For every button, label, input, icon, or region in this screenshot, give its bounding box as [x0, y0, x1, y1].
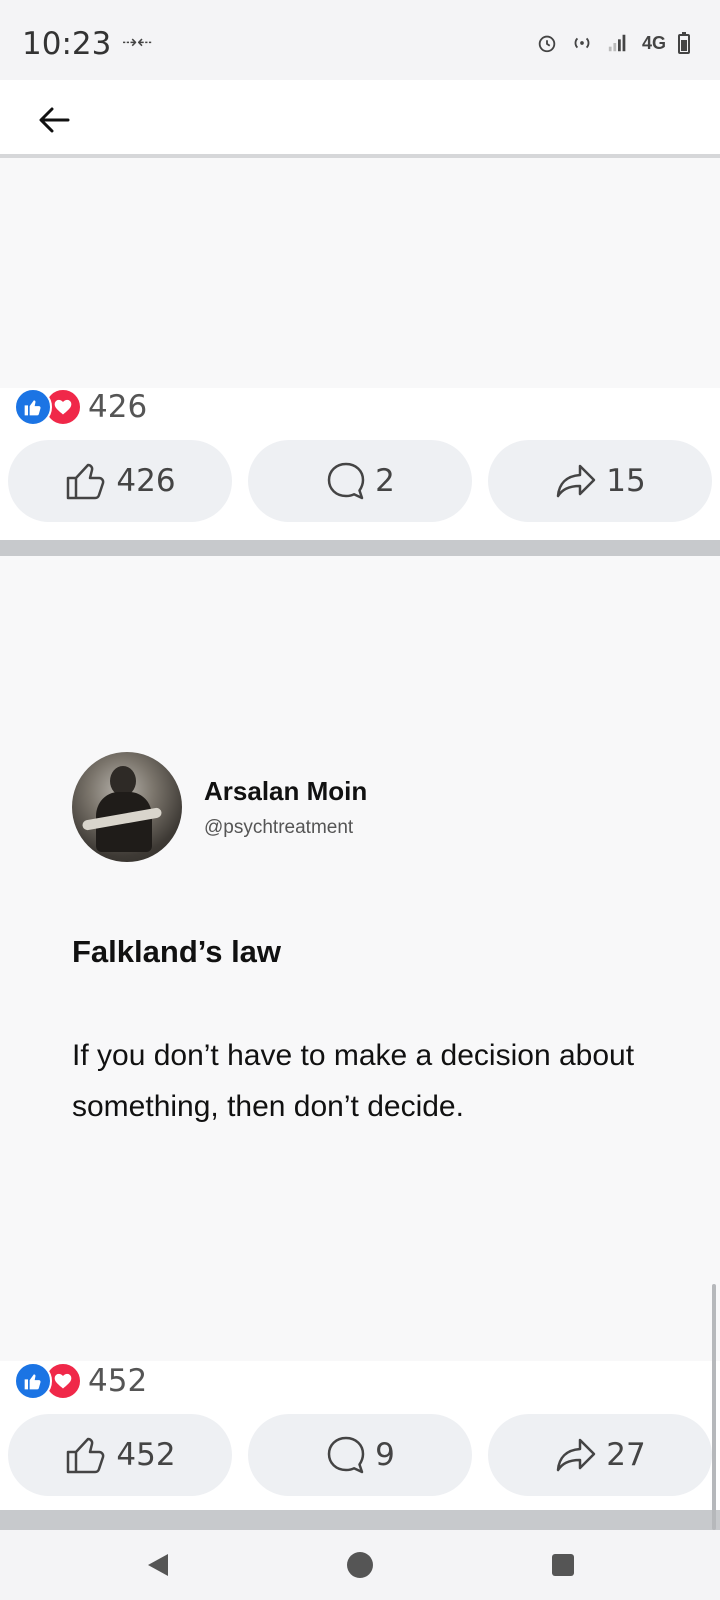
like-reaction-icon	[14, 1362, 52, 1400]
comment-icon	[327, 1436, 365, 1474]
post-image[interactable]	[0, 158, 720, 388]
like-button[interactable]: 426	[8, 440, 232, 522]
author-name: Arsalan Moin	[204, 775, 368, 806]
back-arrow-icon[interactable]	[34, 100, 74, 140]
hotspot-icon	[574, 37, 590, 49]
like-count: 452	[116, 1437, 176, 1473]
like-button[interactable]: 452	[8, 1414, 232, 1496]
reactions-count: 452	[88, 1363, 148, 1399]
status-bar: 10:23 ⇢⇠ 4G	[0, 0, 720, 80]
author-handle: @psychtreatment	[204, 816, 354, 838]
comment-icon	[327, 462, 365, 500]
post-divider	[0, 1510, 720, 1530]
app-bar	[0, 80, 720, 158]
thumbs-up-icon	[67, 463, 105, 500]
like-count: 426	[116, 463, 176, 499]
nav-recents-icon[interactable]	[552, 1554, 574, 1576]
status-icons: 4G	[536, 32, 690, 54]
alarm-icon	[538, 35, 556, 53]
nav-home-icon[interactable]	[347, 1552, 373, 1578]
share-arrow-icon	[557, 1438, 596, 1472]
reactions-summary[interactable]: 426	[14, 388, 147, 426]
share-count: 15	[606, 463, 646, 499]
like-reaction-icon	[14, 388, 52, 426]
reactions-count: 426	[88, 389, 148, 425]
tweet-body: If you don’t have to make a decision abo…	[72, 1039, 635, 1123]
comment-button[interactable]: 2	[248, 440, 472, 522]
tweet-author: Arsalan Moin @psychtreatment	[72, 752, 367, 862]
share-count: 27	[606, 1437, 646, 1473]
network-type: 4G	[641, 32, 666, 53]
comment-button[interactable]: 9	[248, 1414, 472, 1496]
share-button[interactable]: 15	[488, 440, 712, 522]
comment-count: 2	[375, 463, 395, 499]
scrollbar[interactable]	[712, 1284, 716, 1530]
battery-icon	[678, 32, 690, 54]
avatar	[72, 752, 182, 862]
nav-back-icon[interactable]	[146, 1552, 170, 1578]
data-transfer-icon: ⇢⇠	[122, 32, 153, 52]
thumbs-up-icon	[67, 1437, 105, 1474]
signal-icon	[608, 34, 626, 52]
post-divider	[0, 540, 720, 556]
tweet-title: Falkland’s law	[72, 934, 282, 969]
reactions-summary[interactable]: 452	[14, 1362, 147, 1400]
share-arrow-icon	[557, 464, 596, 498]
comment-count: 9	[375, 1437, 395, 1473]
system-nav-bar	[0, 1530, 720, 1600]
share-button[interactable]: 27	[488, 1414, 712, 1496]
status-time: 10:23	[22, 26, 112, 62]
